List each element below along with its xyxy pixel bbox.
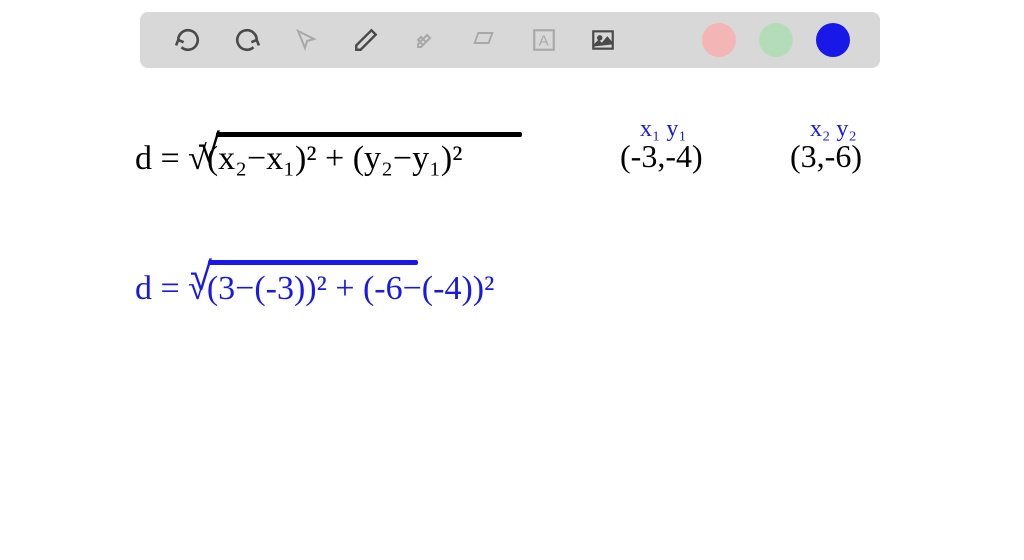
whiteboard-canvas[interactable]: √ d = √(x₂−x₁)² + (y₂−y₁)² x₁ y₁ (-3,-4)… [0,80,1024,560]
formula-substituted: d = √(3−(-3))² + (-6−(-4))² [135,270,494,308]
pointer-button[interactable] [288,22,324,58]
point2-values: (3,-6) [790,138,862,175]
pencil-icon [353,27,379,53]
text-button[interactable]: A [526,22,562,58]
color-green[interactable] [759,23,793,57]
sqrt-vinculum-1 [216,132,522,137]
tools-button[interactable] [407,22,443,58]
formula-general: d = √(x₂−x₁)² + (y₂−y₁)² [135,140,462,178]
image-button[interactable] [585,22,621,58]
redo-button[interactable] [229,22,265,58]
undo-icon [175,27,201,53]
image-icon [590,27,616,53]
point1-values: (-3,-4) [620,138,703,175]
eraser-button[interactable] [466,22,502,58]
pointer-icon [294,28,318,52]
tools-icon [413,28,437,52]
pencil-button[interactable] [348,22,384,58]
color-gray[interactable] [644,23,678,57]
text-icon: A [531,27,557,53]
svg-text:A: A [538,32,549,49]
undo-button[interactable] [170,22,206,58]
sqrt-vinculum-2 [208,260,418,265]
color-blue[interactable] [816,23,850,57]
eraser-icon [471,31,497,49]
color-pink[interactable] [702,23,736,57]
drawing-toolbar: A [140,12,880,68]
redo-icon [234,27,260,53]
